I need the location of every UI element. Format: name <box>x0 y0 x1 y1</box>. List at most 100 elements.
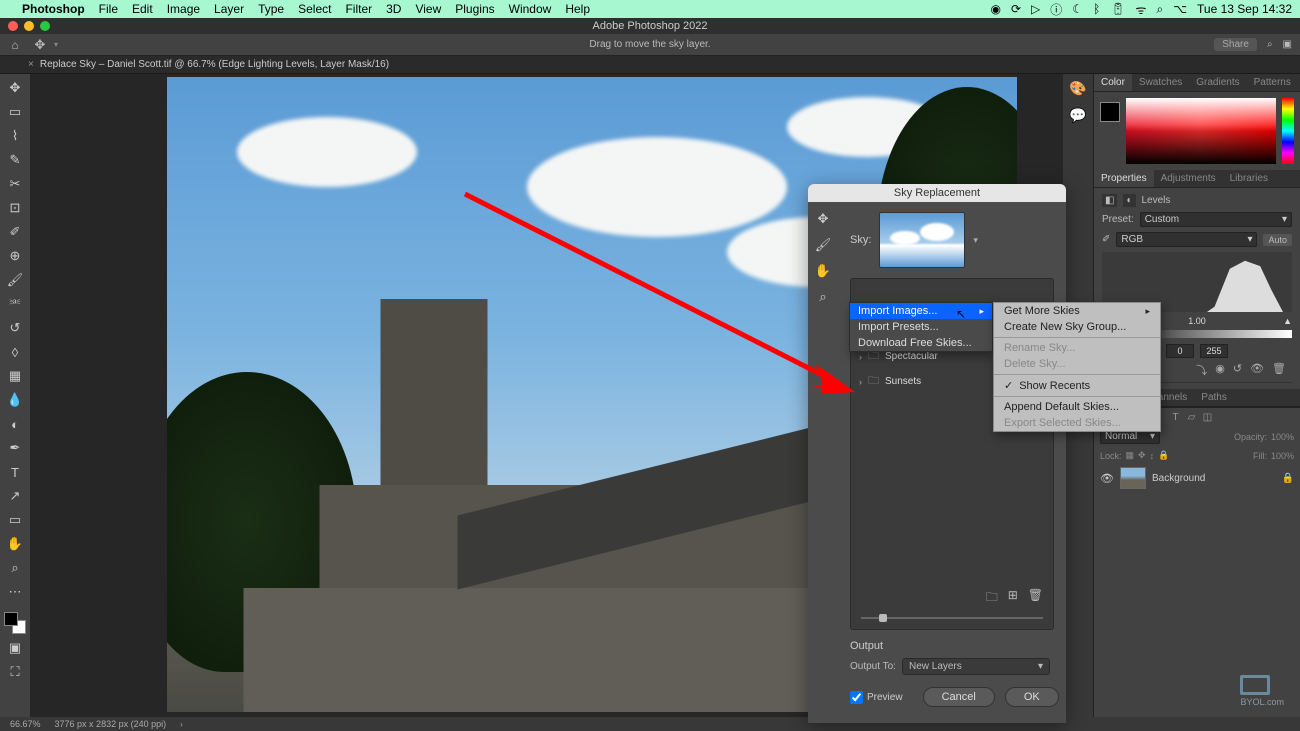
foreground-swatch[interactable] <box>4 612 18 626</box>
menu-create-new-sky-group[interactable]: Create New Sky Group... <box>994 319 1160 335</box>
clip-icon[interactable]: ⤵ <box>1196 362 1207 378</box>
menu-type[interactable]: Type <box>258 2 284 16</box>
menu-app[interactable]: Photoshop <box>22 2 85 16</box>
sky-options-menu[interactable]: Get More Skies▸ Create New Sky Group... … <box>993 302 1161 432</box>
home-icon[interactable]: ⌂ <box>8 38 22 52</box>
window-controls[interactable] <box>8 21 50 31</box>
eyedropper-icon[interactable]: ✐ <box>1102 234 1110 245</box>
color-spectrum[interactable] <box>1126 98 1276 164</box>
filter-smart-icon[interactable]: ◫ <box>1202 411 1214 423</box>
menu-select[interactable]: Select <box>298 2 331 16</box>
layer-thumbnail[interactable] <box>1120 467 1146 489</box>
menu-append-default-skies[interactable]: Append Default Skies... <box>994 399 1160 415</box>
menu-filter[interactable]: Filter <box>345 2 372 16</box>
menu-3d[interactable]: 3D <box>386 2 401 16</box>
path-tool[interactable]: ↗ <box>4 486 26 506</box>
lasso-tool[interactable]: ⌇ <box>4 126 26 146</box>
document-tab[interactable]: × Replace Sky – Daniel Scott.tif @ 66.7%… <box>28 59 389 70</box>
zoom-tool[interactable]: ⌕ <box>4 558 26 578</box>
dodge-tool[interactable]: ◐ <box>4 414 26 434</box>
brush-tool[interactable]: 🖌 <box>4 270 26 290</box>
menu-download-free-skies[interactable]: Download Free Skies... <box>850 335 992 351</box>
lock-all-icon[interactable]: 🔒 <box>1158 450 1169 461</box>
doc-dimensions[interactable]: 3776 px x 2832 px (240 ppi) <box>55 719 167 729</box>
workspace-icon[interactable]: ▣ <box>1283 39 1292 50</box>
move-tool-icon[interactable]: ✥ <box>32 37 48 53</box>
tab-paths[interactable]: Paths <box>1194 389 1234 406</box>
minimize-window-icon[interactable] <box>24 21 34 31</box>
new-preset-icon[interactable]: ⊞ <box>1008 588 1018 609</box>
menu-window[interactable]: Window <box>509 2 552 16</box>
hand-tool[interactable]: ✋ <box>4 534 26 554</box>
quick-mask-tool[interactable]: ▣ <box>4 638 26 658</box>
menu-import-images[interactable]: Import Images...▸ <box>850 303 992 319</box>
levels-highlight-value[interactable]: ▲ <box>1283 316 1292 326</box>
eraser-tool[interactable]: ◊ <box>4 342 26 362</box>
status-moon-icon[interactable]: ☾ <box>1072 2 1083 16</box>
view-prev-icon[interactable]: ◉ <box>1215 362 1225 378</box>
layer-name[interactable]: Background <box>1152 473 1205 484</box>
dropdown-caret-icon[interactable]: ▾ <box>54 40 58 49</box>
preview-checkbox-input[interactable] <box>850 691 863 704</box>
shape-tool[interactable]: ▭ <box>4 510 26 530</box>
menu-help[interactable]: Help <box>565 2 590 16</box>
trash-icon[interactable]: 🗑 <box>1272 362 1286 378</box>
ok-button[interactable]: OK <box>1005 687 1059 707</box>
stamp-tool[interactable]: ⎃ <box>4 294 26 314</box>
import-submenu[interactable]: Import Images...▸ Import Presets... Down… <box>849 302 993 352</box>
marquee-tool[interactable]: ▭ <box>4 102 26 122</box>
sky-dropdown-icon[interactable]: ▾ <box>973 235 978 246</box>
menu-view[interactable]: View <box>415 2 441 16</box>
output-to-select[interactable]: New Layers▾ <box>902 658 1050 675</box>
quick-select-tool[interactable]: ✎ <box>4 150 26 170</box>
thumbnail-size-slider[interactable] <box>851 613 1053 623</box>
sky-thumbnail[interactable] <box>879 212 965 268</box>
tab-libraries[interactable]: Libraries <box>1223 170 1275 187</box>
status-chevron-icon[interactable]: › <box>180 720 183 729</box>
layer-lock-icon[interactable]: 🔒 <box>1282 473 1294 484</box>
tab-swatches[interactable]: Swatches <box>1132 74 1189 91</box>
type-tool[interactable]: T <box>4 462 26 482</box>
channel-select[interactable]: RGB▾ <box>1116 232 1257 247</box>
output-high[interactable]: 255 <box>1200 344 1228 358</box>
status-wifi-icon[interactable]: ᯤ <box>1136 1 1147 18</box>
visibility-icon[interactable]: 👁 <box>1250 362 1264 378</box>
eyedropper-tool[interactable]: ✐ <box>4 222 26 242</box>
menu-get-more-skies[interactable]: Get More Skies▸ <box>994 303 1160 319</box>
status-sync-icon[interactable]: ⟳ <box>1011 2 1021 16</box>
move-tool[interactable]: ✥ <box>4 78 26 98</box>
status-battery-icon[interactable]: 🔋︎ <box>1110 2 1125 16</box>
filter-shape-icon[interactable]: ▱ <box>1186 411 1198 423</box>
preset-select[interactable]: Custom▾ <box>1140 212 1292 227</box>
levels-mid-value[interactable]: 1.00 <box>1188 316 1206 326</box>
menu-show-recents[interactable]: ✓Show Recents <box>994 377 1160 394</box>
blur-tool[interactable]: 💧 <box>4 390 26 410</box>
cancel-button[interactable]: Cancel <box>923 687 995 707</box>
lock-position-icon[interactable]: ✥ <box>1138 450 1146 461</box>
fill-value[interactable]: 100% <box>1271 451 1294 461</box>
filter-type-icon[interactable]: T <box>1170 411 1182 423</box>
healing-tool[interactable]: ⊕ <box>4 246 26 266</box>
color-fg-swatch[interactable] <box>1100 102 1120 122</box>
maximize-window-icon[interactable] <box>40 21 50 31</box>
layer-row-background[interactable]: 👁 Background 🔒 <box>1094 464 1300 492</box>
lock-pixels-icon[interactable]: ▦ <box>1126 450 1135 461</box>
close-window-icon[interactable] <box>8 21 18 31</box>
zoom-level[interactable]: 66.67% <box>10 719 41 729</box>
menu-file[interactable]: File <box>99 2 118 16</box>
menu-image[interactable]: Image <box>167 2 200 16</box>
auto-button[interactable]: Auto <box>1263 234 1292 246</box>
tab-properties[interactable]: Properties <box>1094 170 1154 187</box>
output-low[interactable]: 0 <box>1166 344 1194 358</box>
delete-preset-icon[interactable]: 🗑 <box>1028 588 1043 609</box>
hue-slider[interactable] <box>1282 98 1294 164</box>
pen-tool[interactable]: ✒ <box>4 438 26 458</box>
frame-tool[interactable]: ⊡ <box>4 198 26 218</box>
color-swatch-pair[interactable] <box>4 612 26 634</box>
screen-mode-tool[interactable]: ⛶ <box>4 662 26 682</box>
preview-checkbox[interactable]: Preview <box>850 691 903 704</box>
tab-color[interactable]: Color <box>1094 74 1132 91</box>
menu-import-presets[interactable]: Import Presets... <box>850 319 992 335</box>
menu-layer[interactable]: Layer <box>214 2 244 16</box>
status-play-icon[interactable]: ▷ <box>1031 2 1040 16</box>
